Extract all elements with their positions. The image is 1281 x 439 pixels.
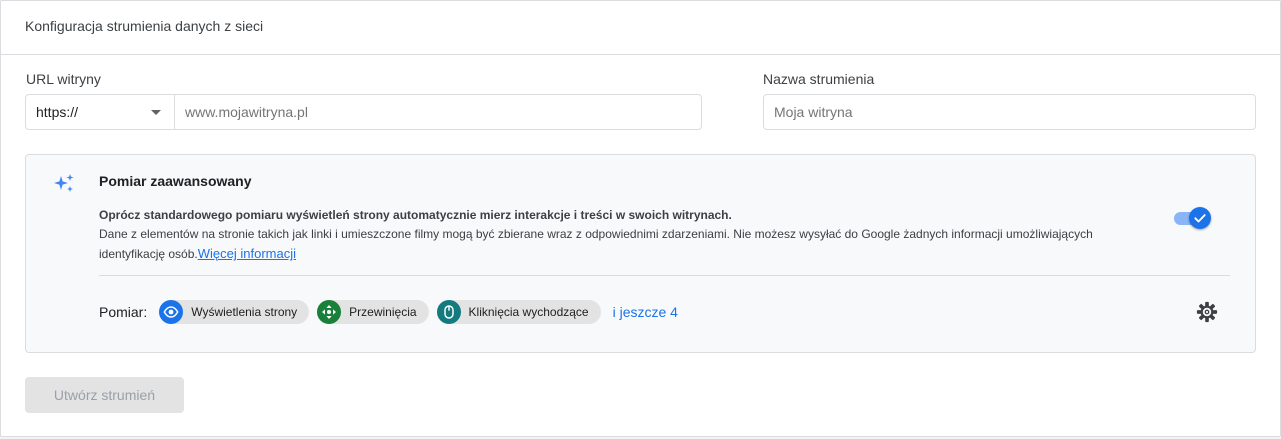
panel-title: Pomiar zaawansowany bbox=[99, 173, 252, 189]
sparkle-icon bbox=[54, 174, 74, 192]
chip-outbound-clicks[interactable]: Kliknięcia wychodzące bbox=[436, 300, 601, 324]
stream-name-input[interactable] bbox=[763, 94, 1256, 130]
mouse-icon bbox=[436, 300, 461, 324]
stream-name-label: Nazwa strumienia bbox=[763, 71, 875, 87]
gear-icon[interactable] bbox=[1196, 301, 1218, 323]
measurement-label: Pomiar: bbox=[99, 304, 148, 320]
enhanced-measurement-toggle[interactable] bbox=[1174, 207, 1212, 229]
chip-scrolls[interactable]: Przewinięcia bbox=[317, 300, 429, 324]
check-icon bbox=[1194, 214, 1206, 223]
url-field-label: URL witryny bbox=[26, 71, 101, 87]
create-stream-button[interactable]: Utwórz strumień bbox=[25, 377, 184, 413]
protocol-value: https:// bbox=[36, 104, 79, 120]
more-events-link[interactable]: i jeszcze 4 bbox=[613, 304, 678, 320]
web-stream-config-card: Konfiguracja strumienia danych z sieci U… bbox=[0, 0, 1281, 437]
measurement-row: Pomiar: Wyświetlenia strony Przewinięcia… bbox=[99, 299, 678, 325]
panel-description: Dane z elementów na stronie takich jak l… bbox=[99, 225, 1159, 264]
chip-label: Przewinięcia bbox=[349, 305, 417, 319]
scroll-arrows-icon bbox=[317, 300, 342, 324]
url-input[interactable] bbox=[175, 95, 701, 129]
chevron-down-icon bbox=[151, 109, 161, 115]
chip-page-views[interactable]: Wyświetlenia strony bbox=[159, 300, 310, 324]
card-title: Konfiguracja strumienia danych z sieci bbox=[1, 1, 1280, 55]
chip-label: Wyświetlenia strony bbox=[191, 305, 298, 319]
chip-label: Kliknięcia wychodzące bbox=[468, 305, 589, 319]
learn-more-link[interactable]: Więcej informacji bbox=[198, 246, 296, 261]
panel-description-bold: Oprócz standardowego pomiaru wyświetleń … bbox=[99, 208, 732, 222]
url-field-group: https:// bbox=[25, 94, 702, 130]
eye-icon bbox=[159, 300, 184, 324]
toggle-knob bbox=[1189, 207, 1211, 229]
protocol-select[interactable]: https:// bbox=[26, 95, 175, 129]
divider bbox=[99, 275, 1230, 276]
enhanced-measurement-panel: Pomiar zaawansowany Oprócz standardowego… bbox=[25, 154, 1256, 353]
